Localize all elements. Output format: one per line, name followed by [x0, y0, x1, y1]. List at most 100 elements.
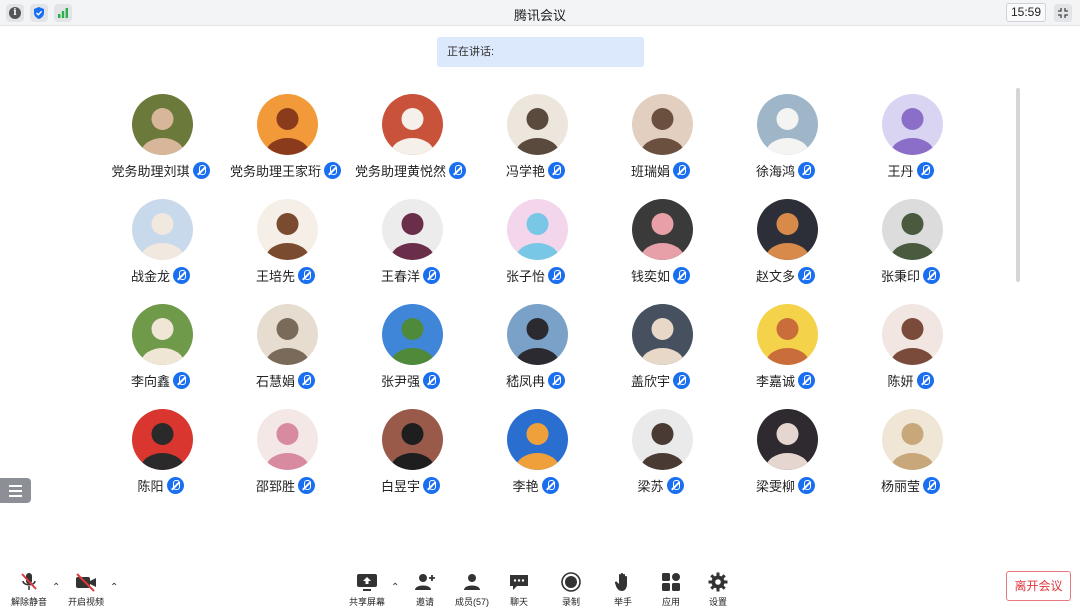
- start-video-button[interactable]: 开启视频: [64, 572, 108, 608]
- participant-name: 党务助理刘琪: [111, 163, 190, 179]
- participant-name: 李向鑫: [130, 373, 170, 389]
- avatar[interactable]: [132, 199, 193, 260]
- participant-tile[interactable]: 党务助理王家珩: [223, 94, 348, 189]
- participant-tile[interactable]: 党务助理刘琪: [98, 94, 223, 189]
- avatar[interactable]: [132, 304, 193, 365]
- avatar[interactable]: [757, 199, 818, 260]
- avatar[interactable]: [632, 304, 693, 365]
- avatar[interactable]: [757, 409, 818, 470]
- participant-tile[interactable]: 王培先: [223, 199, 348, 294]
- exit-fullscreen-icon[interactable]: [1054, 4, 1072, 22]
- avatar[interactable]: [257, 409, 318, 470]
- participant-tile[interactable]: 钱奕如: [598, 199, 723, 294]
- avatar[interactable]: [257, 94, 318, 155]
- participant-tile[interactable]: 白昱宇: [348, 409, 473, 504]
- participant-tile[interactable]: 嵇凤冉: [473, 304, 598, 399]
- participant-tile[interactable]: 党务助理黄悦然: [348, 94, 473, 189]
- avatar[interactable]: [132, 409, 193, 470]
- settings-button[interactable]: 设置: [703, 572, 733, 608]
- speaking-indicator: 正在讲话:: [437, 37, 644, 67]
- mic-muted-icon: [673, 161, 690, 179]
- video-options-chevron-icon[interactable]: ⌃: [110, 582, 118, 593]
- participant-name: 嵇凤冉: [505, 373, 545, 389]
- participant-tile[interactable]: 冯学艳: [473, 94, 598, 189]
- participant-tile[interactable]: 班瑞娟: [598, 94, 723, 189]
- participant-tile[interactable]: 张子怡: [473, 199, 598, 294]
- scrollbar[interactable]: [1016, 88, 1020, 282]
- apps-button[interactable]: 应用: [656, 572, 686, 608]
- participant-tile[interactable]: 梁雯柳: [723, 409, 848, 504]
- participant-name-row: 班瑞娟: [598, 160, 723, 180]
- participant-name-row: 嵇凤冉: [473, 370, 598, 390]
- avatar[interactable]: [882, 304, 943, 365]
- participant-tile[interactable]: 李向鑫: [98, 304, 223, 399]
- mic-muted-icon: [916, 371, 934, 389]
- leave-meeting-button[interactable]: 离开会议: [1006, 571, 1071, 601]
- avatar[interactable]: [757, 304, 818, 365]
- raise-hand-button[interactable]: 举手: [608, 572, 638, 608]
- participant-name-row: 梁雯柳: [723, 475, 848, 495]
- participant-tile[interactable]: 梁苏: [598, 409, 723, 504]
- invite-button[interactable]: 邀请: [410, 572, 440, 608]
- window-title: 腾讯会议: [513, 8, 566, 23]
- side-panel-toggle[interactable]: [0, 478, 31, 503]
- participant-name-row: 张秉印: [848, 265, 973, 285]
- participant-tile[interactable]: 赵文多: [723, 199, 848, 294]
- participant-tile[interactable]: 张秉印: [848, 199, 973, 294]
- avatar[interactable]: [507, 94, 568, 155]
- participant-name: 张子怡: [505, 268, 545, 284]
- avatar[interactable]: [382, 199, 443, 260]
- mic-muted-icon: [423, 266, 440, 284]
- mic-muted-icon: [798, 476, 815, 494]
- avatar[interactable]: [382, 94, 443, 155]
- record-button[interactable]: 录制: [556, 572, 586, 608]
- participant-name-row: 梁苏: [598, 475, 723, 495]
- participant-tile[interactable]: 徐海鸿: [723, 94, 848, 189]
- mic-muted-icon: [423, 476, 440, 494]
- avatar[interactable]: [632, 409, 693, 470]
- avatar[interactable]: [507, 409, 568, 470]
- mic-muted-icon: [449, 161, 466, 179]
- share-options-chevron-icon[interactable]: ⌃: [391, 582, 399, 593]
- participant-name: 赵文多: [755, 268, 795, 284]
- audio-options-chevron-icon[interactable]: ⌃: [52, 582, 60, 593]
- unmute-button[interactable]: 解除静音: [8, 572, 50, 608]
- participant-tile[interactable]: 盖欣宇: [598, 304, 723, 399]
- participant-tile[interactable]: 石慧娟: [223, 304, 348, 399]
- participant-name: 杨丽莹: [880, 478, 920, 494]
- participant-name-row: 李嘉诚: [723, 370, 848, 390]
- members-button[interactable]: 成员(57): [450, 572, 494, 608]
- participant-tile[interactable]: 陈妍: [848, 304, 973, 399]
- share-screen-button[interactable]: 共享屏幕: [346, 572, 388, 608]
- participant-tile[interactable]: 陈阳: [98, 409, 223, 504]
- avatar[interactable]: [632, 199, 693, 260]
- record-icon: [561, 572, 581, 592]
- avatar[interactable]: [132, 94, 193, 155]
- avatar[interactable]: [382, 304, 443, 365]
- avatar[interactable]: [882, 199, 943, 260]
- mic-muted-icon: [298, 371, 315, 389]
- mic-muted-icon: [541, 476, 559, 494]
- avatar[interactable]: [882, 409, 943, 470]
- apps-grid-icon: [662, 573, 680, 591]
- avatar[interactable]: [507, 304, 568, 365]
- hand-icon: [614, 572, 627, 591]
- participant-tile[interactable]: 王丹: [848, 94, 973, 189]
- participant-tile[interactable]: 战金龙: [98, 199, 223, 294]
- participant-tile[interactable]: 李艳: [473, 409, 598, 504]
- participant-tile[interactable]: 王春洋: [348, 199, 473, 294]
- avatar[interactable]: [757, 94, 818, 155]
- participant-tile[interactable]: 杨丽莹: [848, 409, 973, 504]
- participant-tile[interactable]: 张尹强: [348, 304, 473, 399]
- participant-name-row: 杨丽莹: [848, 475, 973, 495]
- avatar[interactable]: [257, 199, 318, 260]
- participant-tile[interactable]: 李嘉诚: [723, 304, 848, 399]
- participant-tile[interactable]: 邵郅胜: [223, 409, 348, 504]
- avatar[interactable]: [257, 304, 318, 365]
- chat-button[interactable]: 聊天: [504, 572, 534, 608]
- avatar[interactable]: [882, 94, 943, 155]
- avatar[interactable]: [382, 409, 443, 470]
- participant-name-row: 徐海鸿: [723, 160, 848, 180]
- avatar[interactable]: [632, 94, 693, 155]
- avatar[interactable]: [507, 199, 568, 260]
